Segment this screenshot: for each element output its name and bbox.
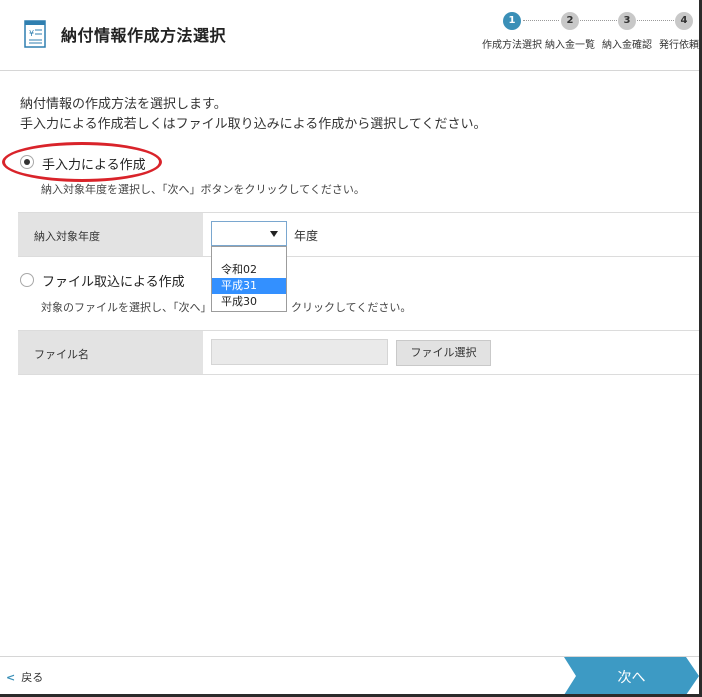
file-field-label: ファイル名 <box>34 348 89 361</box>
back-link[interactable]: < 戻る <box>6 669 43 685</box>
progress-steps: 1 作成方法選択 2 納入金一覧 3 納入金確認 4 発行依頼完 <box>0 0 702 70</box>
step-4-label: 発行依頼完 <box>659 40 702 51</box>
file-import-label[interactable]: ファイル取込による作成 <box>42 271 185 290</box>
intro-text: 納付情報の作成方法を選択します。 手入力による作成若しくはファイル取り込みによる… <box>20 95 486 135</box>
intro-line-1: 納付情報の作成方法を選択します。 <box>20 97 227 112</box>
year-field-label: 納入対象年度 <box>34 230 100 243</box>
file-select-button[interactable]: ファイル選択 <box>396 340 491 366</box>
step-4-number: 4 <box>675 12 693 30</box>
page-header: ¥ 納付情報作成方法選択 1 作成方法選択 2 納入金一覧 3 納入金確認 4 … <box>0 0 702 71</box>
file-row-header: ファイル名 <box>18 331 203 374</box>
year-suffix: 年度 <box>294 229 319 243</box>
highlight-annotation <box>2 142 162 182</box>
year-option[interactable]: 令和02 <box>212 262 286 278</box>
step-1-number: 1 <box>503 12 521 30</box>
file-import-description-end: クリックしてください。 <box>291 301 412 314</box>
step-2-number: 2 <box>561 12 579 30</box>
year-option-highlighted[interactable]: 平成31 <box>212 278 286 294</box>
manual-entry-description: 納入対象年度を選択し、「次へ」ボタンをクリックしてください。 <box>41 183 365 196</box>
step-3-number: 3 <box>618 12 636 30</box>
file-import-radio[interactable] <box>20 273 34 287</box>
year-option[interactable]: 平成30 <box>212 294 286 310</box>
next-button[interactable]: 次へ <box>564 657 699 695</box>
back-label: 戻る <box>21 671 44 684</box>
next-button-label: 次へ <box>617 670 646 686</box>
intro-line-2: 手入力による作成若しくはファイル取り込みによる作成から選択してください。 <box>20 117 487 132</box>
page-footer: < 戻る 次へ <box>0 656 699 695</box>
file-name-input[interactable] <box>211 339 388 365</box>
year-row: 納入対象年度 <box>18 212 699 257</box>
year-row-header: 納入対象年度 <box>18 213 203 256</box>
chevron-left-icon: < <box>6 671 16 684</box>
year-dropdown-list: 令和02 平成31 平成30 <box>211 246 287 312</box>
year-select[interactable] <box>211 221 287 246</box>
file-import-description-start: 対象のファイルを選択し、「次へ」 <box>41 301 212 314</box>
step-4: 4 発行依頼完 <box>644 12 702 51</box>
chevron-down-icon <box>270 231 278 237</box>
